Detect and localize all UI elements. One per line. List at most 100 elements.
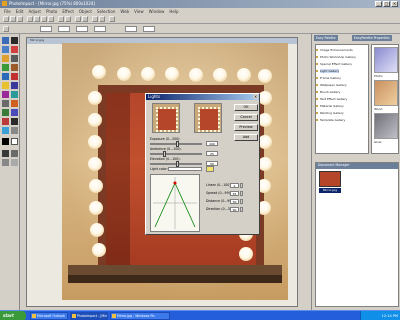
open-icon[interactable]	[10, 16, 16, 22]
light-color-swatch[interactable]	[206, 166, 214, 172]
maximize-icon[interactable]: □	[383, 1, 390, 7]
direction-field[interactable]: 90	[230, 207, 239, 212]
text-tool-icon[interactable]	[2, 73, 9, 80]
new-icon[interactable]	[3, 16, 9, 22]
gallery-thumb[interactable]	[374, 47, 398, 73]
bezier-tool-icon[interactable]	[11, 55, 18, 62]
zoom-out-icon[interactable]	[82, 16, 88, 22]
pen-tool-icon[interactable]	[11, 109, 18, 116]
linear-spinner[interactable]	[240, 183, 243, 188]
ok-button[interactable]: OK	[234, 104, 258, 111]
document-thumbnail[interactable]	[319, 171, 341, 187]
zoom-in-icon[interactable]	[75, 16, 81, 22]
tree-item[interactable]: Special Effect Gallery	[315, 62, 352, 66]
tree-item[interactable]: Template Gallery	[315, 118, 345, 122]
light-source-handle[interactable]	[173, 181, 177, 185]
pick-tool-icon[interactable]	[2, 37, 9, 44]
ambience-value[interactable]: 25	[206, 151, 218, 156]
crop-tool-icon[interactable]	[2, 64, 9, 71]
foreground-color-swatch[interactable]	[2, 138, 9, 145]
menu-object[interactable]: Object	[79, 9, 92, 14]
copy-icon[interactable]	[41, 16, 47, 22]
stamp-tool-icon[interactable]	[2, 109, 9, 116]
tree-item[interactable]: Painting Gallery	[316, 111, 344, 115]
path-tool-icon[interactable]	[11, 73, 18, 80]
background-color-swatch[interactable]	[11, 138, 18, 145]
paint-brush-icon[interactable]	[2, 91, 9, 98]
lasso-tool-icon[interactable]	[11, 46, 18, 53]
ambience-slider[interactable]	[150, 151, 202, 157]
eraser-tool-icon[interactable]	[11, 100, 18, 107]
menu-edit[interactable]: Edit	[16, 9, 24, 14]
spread-field[interactable]: 45	[230, 191, 239, 196]
direction-spinner[interactable]	[240, 207, 243, 212]
save-icon[interactable]	[17, 16, 23, 22]
menu-help[interactable]: Help	[169, 9, 178, 14]
taskbar-item[interactable]: Mirror.jpg - Windows Pic	[110, 312, 170, 320]
light-color-bar[interactable]	[168, 167, 202, 171]
print-icon[interactable]	[27, 16, 33, 22]
soft-edge-field[interactable]	[76, 26, 88, 32]
tree-item[interactable]: Photo Workshop Gallery	[316, 55, 356, 59]
view-tool-icon[interactable]	[11, 150, 18, 157]
red-eye-tool-icon[interactable]	[11, 127, 18, 134]
fixed-size-field[interactable]	[94, 26, 106, 32]
linear-field[interactable]: 2	[230, 183, 239, 188]
tree-item[interactable]: Wallpaper Gallery	[316, 83, 347, 87]
gallery-thumb[interactable]	[374, 113, 398, 139]
shape-tool-icon[interactable]	[2, 118, 9, 125]
undo-icon[interactable]	[58, 16, 64, 22]
mode-field[interactable]	[58, 26, 70, 32]
palette-icon[interactable]	[109, 16, 115, 22]
tree-item[interactable]: Frame Gallery	[316, 76, 341, 80]
tree-item[interactable]: Text Effect Gallery	[315, 97, 347, 101]
paste-icon[interactable]	[48, 16, 54, 22]
menu-effect[interactable]: Effect	[62, 9, 74, 14]
tree-item[interactable]: Material Gallery	[316, 104, 344, 108]
height-field[interactable]	[143, 26, 155, 32]
menu-file[interactable]: File	[4, 9, 11, 14]
tree-item-selected[interactable]: Light Gallery	[315, 69, 340, 73]
selection-mode-icon[interactable]	[3, 26, 9, 32]
gallery-thumb[interactable]	[374, 80, 398, 106]
zoom-tool-icon[interactable]	[11, 64, 18, 71]
start-button[interactable]: start	[0, 311, 26, 320]
width-field[interactable]	[125, 26, 137, 32]
shape-field[interactable]	[40, 26, 52, 32]
retouch-tool-icon[interactable]	[2, 100, 9, 107]
preview-button[interactable]: Preview	[234, 124, 258, 131]
cut-icon[interactable]	[34, 16, 40, 22]
crop-icon[interactable]	[92, 16, 98, 22]
transform-tool-icon[interactable]	[11, 37, 18, 44]
spread-spinner[interactable]	[240, 191, 243, 196]
tree-item[interactable]: Brush Gallery	[315, 90, 340, 94]
redo-icon[interactable]	[65, 16, 71, 22]
menu-photo[interactable]: Photo	[46, 9, 57, 14]
hand-tool-icon[interactable]	[2, 150, 9, 157]
elevation-slider[interactable]	[150, 161, 202, 167]
menu-selection[interactable]: Selection	[97, 9, 115, 14]
menu-adjust[interactable]: Adjust	[28, 9, 41, 14]
distance-field[interactable]: 30	[230, 199, 239, 204]
tab-easy-palette[interactable]: Easy Palette	[314, 35, 338, 41]
fill-tool-icon[interactable]	[2, 82, 9, 89]
menu-view[interactable]: View	[134, 9, 144, 14]
eyedropper-icon[interactable]	[11, 82, 18, 89]
tree-item[interactable]: Image Enhancements	[316, 48, 353, 52]
exposure-value[interactable]: 100	[206, 141, 218, 146]
selection-tool-icon[interactable]	[2, 46, 9, 53]
line-tool-icon[interactable]	[11, 118, 18, 125]
distance-spinner[interactable]	[240, 199, 243, 204]
panel-toggle-icon[interactable]	[11, 159, 18, 166]
exposure-slider[interactable]	[150, 141, 202, 147]
tab-easypalette-properties[interactable]: EasyPalette Properties	[352, 35, 392, 41]
resize-icon[interactable]	[99, 16, 105, 22]
minimize-icon[interactable]: _	[375, 1, 382, 7]
magic-wand-icon[interactable]	[2, 55, 9, 62]
light-direction-graph[interactable]	[150, 174, 200, 232]
dialog-close-icon[interactable]: ×	[253, 94, 258, 99]
cancel-button[interactable]: Cancel	[234, 114, 258, 121]
taskbar-item[interactable]: Microsoft Outlook	[30, 312, 68, 320]
clone-brush-icon[interactable]	[11, 91, 18, 98]
smudge-tool-icon[interactable]	[2, 127, 9, 134]
